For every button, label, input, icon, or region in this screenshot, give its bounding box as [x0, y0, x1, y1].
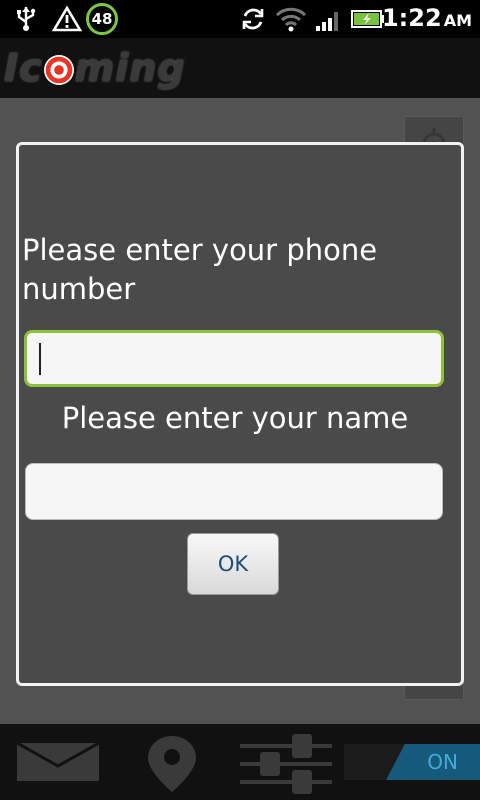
on-off-toggle[interactable]: ON	[344, 744, 480, 780]
registration-dialog: Please enter your phone number Please en…	[16, 142, 464, 686]
ok-button[interactable]: OK	[187, 533, 279, 595]
signal-icon	[316, 12, 338, 31]
clock: 1:22 AM	[382, 4, 472, 32]
app-header: Ic ming	[0, 38, 480, 98]
logo-text-post: ming	[74, 46, 186, 90]
clock-ampm: AM	[443, 11, 472, 30]
sync-icon	[242, 8, 264, 30]
wifi-icon	[275, 7, 307, 32]
mail-icon[interactable]	[16, 742, 100, 782]
toggle-on-label: ON	[427, 750, 458, 774]
app-logo: Ic ming	[4, 46, 186, 90]
warning-icon	[52, 6, 82, 32]
battery-charging-icon	[351, 10, 384, 28]
phone-number-input[interactable]	[24, 330, 444, 387]
location-pin-icon[interactable]	[144, 734, 200, 794]
settings-sliders-icon[interactable]	[238, 730, 334, 796]
logo-text-pre: Ic	[4, 46, 43, 90]
phone-number-label: Please enter your phone number	[22, 233, 378, 306]
text-caret	[39, 343, 41, 375]
name-input[interactable]	[25, 463, 443, 520]
target-icon	[43, 55, 74, 85]
clock-time: 1:22	[381, 4, 442, 32]
status-bar: 48 1:22 AM	[0, 0, 480, 38]
usb-icon	[17, 7, 36, 31]
notification-count-badge: 48	[86, 3, 118, 35]
name-label: Please enter your name	[61, 401, 409, 435]
